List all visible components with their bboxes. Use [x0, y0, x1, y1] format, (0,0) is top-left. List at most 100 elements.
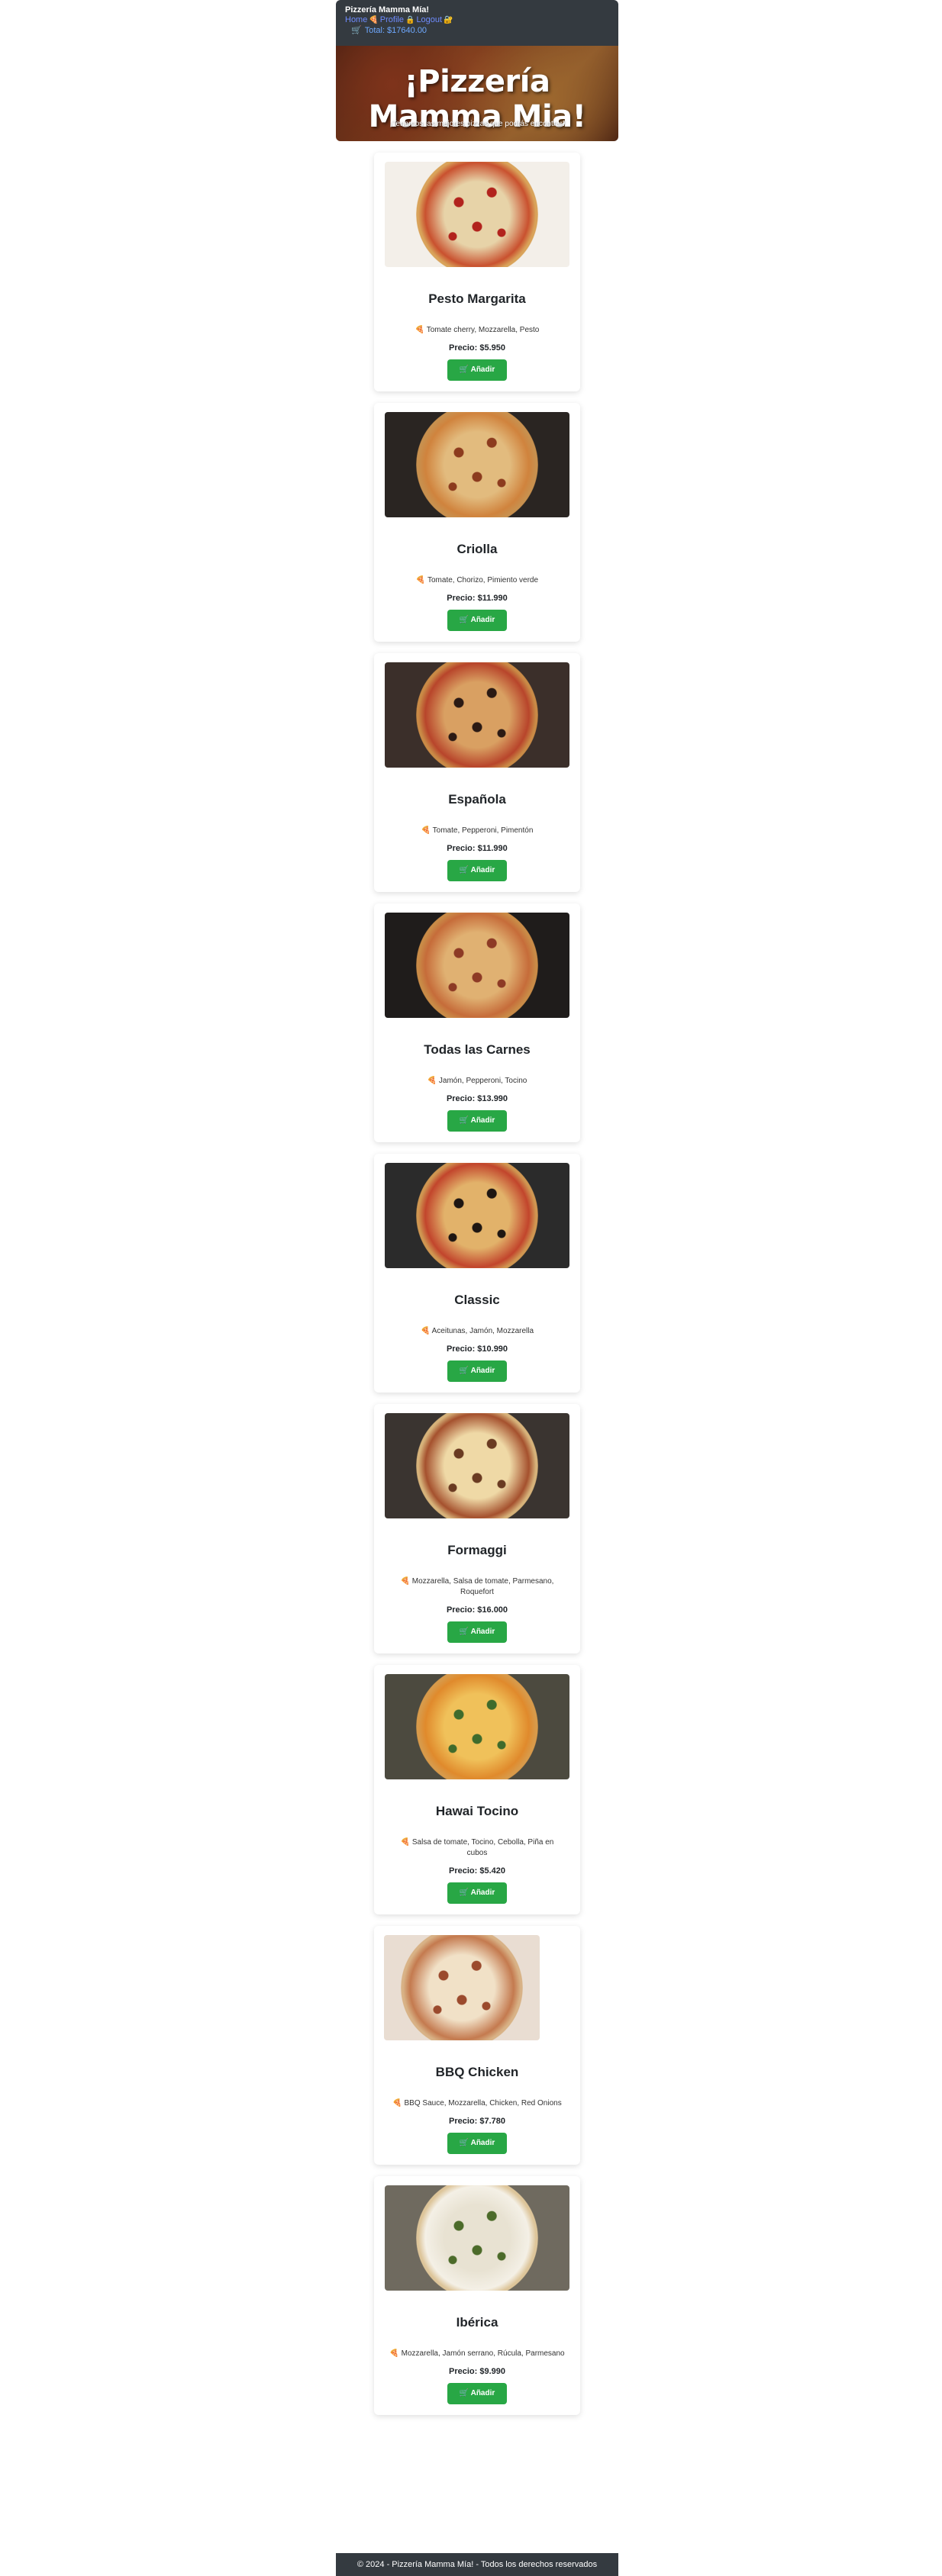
pizza-slice-icon: 🍕 — [427, 1077, 437, 1085]
pizza-image — [385, 162, 569, 267]
pizza-name: Todas las Carnes — [424, 1042, 531, 1057]
cart-icon: 🛒 — [459, 365, 469, 374]
pizza-slice-icon: 🍕 — [400, 1838, 411, 1847]
pizza-image — [385, 412, 569, 517]
pizza-slice-icon: 🍕 — [420, 1327, 431, 1335]
add-button-label: Añadir — [470, 1367, 495, 1375]
ingredients-text: Tomate, Pepperoni, Pimentón — [432, 826, 534, 835]
add-button-label: Añadir — [470, 365, 495, 374]
pizza-card: Classic 🍕 Aceitunas, Jamón, Mozzarella Pre… — [374, 1154, 580, 1393]
pizza-slice-icon: 🍕 — [415, 576, 426, 584]
cart-icon: 🛒 — [459, 866, 469, 874]
pizza-price: Precio: $11.990 — [447, 844, 508, 853]
pizza-image — [385, 913, 569, 1018]
pizza-price: Precio: $11.990 — [447, 594, 508, 603]
ingredients-text: Mozzarella, Jamón serrano, Rúcula, Parme… — [401, 2349, 565, 2358]
pizza-price: Precio: $10.990 — [446, 1344, 508, 1354]
brand-title: Pizzería Mamma Mía! — [345, 5, 430, 14]
pizza-ingredients: 🍕 Mozzarella, Jamón serrano, Rúcula, Par… — [389, 2349, 565, 2359]
add-to-cart-button[interactable]: 🛒 Añadir — [447, 1882, 508, 1904]
pizza-slice-icon: 🍕 — [389, 2349, 399, 2358]
ingredients-text: BBQ Sauce, Mozzarella, Chicken, Red Onio… — [404, 2099, 562, 2107]
nav-link-home[interactable]: Home — [345, 15, 367, 25]
add-button-label: Añadir — [470, 866, 495, 874]
pizza-ingredients: 🍕 Tomate, Chorizo, Pimiento verde — [389, 575, 565, 586]
pizza-price: Precio: $5.420 — [449, 1866, 505, 1876]
cart-icon: 🛒 — [459, 2389, 469, 2397]
cart-icon: 🛒 — [459, 616, 469, 624]
pizza-card: Todas las Carnes 🍕 Jamón, Pepperoni, Toci… — [374, 903, 580, 1142]
pizza-price: Precio: $7.780 — [449, 2117, 505, 2126]
pizza-disc — [416, 1674, 538, 1779]
pizza-price: Precio: $13.990 — [446, 1094, 508, 1103]
cart-icon: 🛒 — [459, 1116, 469, 1125]
pizza-slice-icon: 🍕 — [400, 1577, 410, 1586]
add-button-label: Añadir — [470, 1889, 495, 1897]
pizza-disc — [416, 412, 538, 517]
pizza-disc — [416, 1163, 538, 1268]
add-to-cart-button[interactable]: 🛒 Añadir — [447, 1360, 508, 1382]
ingredients-text: Mozzarella, Salsa de tomate, Parmesano, … — [411, 1577, 554, 1596]
nav-link-profile[interactable]: Profile — [380, 15, 404, 25]
add-to-cart-button[interactable]: 🛒 Añadir — [447, 2383, 508, 2404]
pizza-card: Criolla 🍕 Tomate, Chorizo, Pimiento verde… — [374, 403, 580, 642]
pizza-image — [385, 1413, 569, 1518]
add-to-cart-button[interactable]: 🛒 Añadir — [447, 2133, 508, 2154]
pizza-image — [385, 1674, 569, 1779]
nav-links: Home 🍕 Profile 🔒 Logout 🔐 — [345, 15, 609, 25]
pizza-card-list: Pesto Margarita 🍕 Tomate cherry, Mozzarel… — [374, 153, 580, 2426]
cart-total[interactable]: 🛒 Total: $17640.00 — [345, 26, 609, 36]
pizza-name: Classic — [454, 1293, 500, 1307]
pizza-card: BBQ Chicken 🍕 BBQ Sauce, Mozzarella, Chic… — [374, 1926, 580, 2165]
pizza-disc — [416, 162, 538, 267]
cart-icon: 🛒 — [459, 1628, 469, 1636]
pizza-name: Pesto Margarita — [428, 291, 526, 306]
pizza-icon: 🍕 — [369, 16, 379, 24]
pizza-card: Ibérica 🍕 Mozzarella, Jamón serrano, Rúcu… — [374, 2176, 580, 2415]
add-to-cart-button[interactable]: 🛒 Añadir — [447, 359, 508, 381]
pizza-name: Criolla — [456, 542, 498, 556]
pizza-price: Precio: $16.000 — [446, 1605, 508, 1615]
add-button-label: Añadir — [470, 2389, 495, 2397]
add-to-cart-button[interactable]: 🛒 Añadir — [447, 610, 508, 631]
pizza-image — [385, 1163, 569, 1268]
pizza-slice-icon: 🍕 — [415, 326, 425, 334]
pizza-ingredients: 🍕 Tomate, Pepperoni, Pimentón — [389, 826, 565, 836]
footer: © 2024 - Pizzería Mamma Mía! - Todos los… — [336, 2553, 618, 2576]
pizza-name: BBQ Chicken — [435, 2065, 519, 2079]
footer-text: © 2024 - Pizzería Mamma Mía! - Todos los… — [356, 2560, 598, 2569]
pizza-card: Formaggi 🍕 Mozzarella, Salsa de tomate, P… — [374, 1404, 580, 1653]
pizza-card: Hawai Tocino 🍕 Salsa de tomate, Tocino, C… — [374, 1665, 580, 1914]
nav-link-logout[interactable]: Logout — [416, 15, 442, 25]
pizza-name: Formaggi — [447, 1543, 507, 1557]
pizza-disc — [416, 913, 538, 1018]
pizza-disc — [416, 662, 538, 768]
add-button-label: Añadir — [470, 1116, 495, 1125]
pizza-image — [385, 662, 569, 768]
cart-total-label[interactable]: Total: $17640.00 — [365, 26, 427, 36]
pizza-ingredients: 🍕 Tomate cherry, Mozzarella, Pesto — [389, 325, 565, 336]
cart-icon: 🛒 — [459, 1889, 469, 1897]
ingredients-text: Aceitunas, Jamón, Mozzarella — [431, 1327, 534, 1335]
navbar: Pizzería Mamma Mía! Home 🍕 Profile 🔒 Log… — [336, 0, 618, 46]
add-button-label: Añadir — [470, 1628, 495, 1636]
pizza-image — [385, 2185, 569, 2291]
lock-icon: 🔒 — [405, 16, 415, 24]
hero-subtitle: ¡Tenemos las mejores pizzas que podrás e… — [389, 120, 565, 128]
pizza-card: Pesto Margarita 🍕 Tomate cherry, Mozzarel… — [374, 153, 580, 391]
add-to-cart-button[interactable]: 🛒 Añadir — [447, 1110, 508, 1132]
add-button-label: Añadir — [470, 2139, 495, 2147]
add-to-cart-button[interactable]: 🛒 Añadir — [447, 860, 508, 881]
add-button-label: Añadir — [470, 616, 495, 624]
pizza-slice-icon: 🍕 — [421, 826, 431, 835]
pizza-slice-icon: 🍕 — [392, 2099, 402, 2107]
pizza-disc — [416, 2185, 538, 2291]
pizza-name: Hawai Tocino — [435, 1804, 519, 1818]
pizza-price: Precio: $5.950 — [449, 343, 505, 353]
cart-icon: 🛒 — [459, 2139, 469, 2147]
pizza-ingredients: 🍕 Aceitunas, Jamón, Mozzarella — [389, 1326, 565, 1337]
add-to-cart-button[interactable]: 🛒 Añadir — [447, 1621, 508, 1643]
ingredients-text: Salsa de tomate, Tocino, Cebolla, Piña e… — [411, 1838, 554, 1857]
pizza-disc — [416, 1413, 538, 1518]
pizza-ingredients: 🍕 Salsa de tomate, Tocino, Cebolla, Piña… — [389, 1837, 565, 1859]
